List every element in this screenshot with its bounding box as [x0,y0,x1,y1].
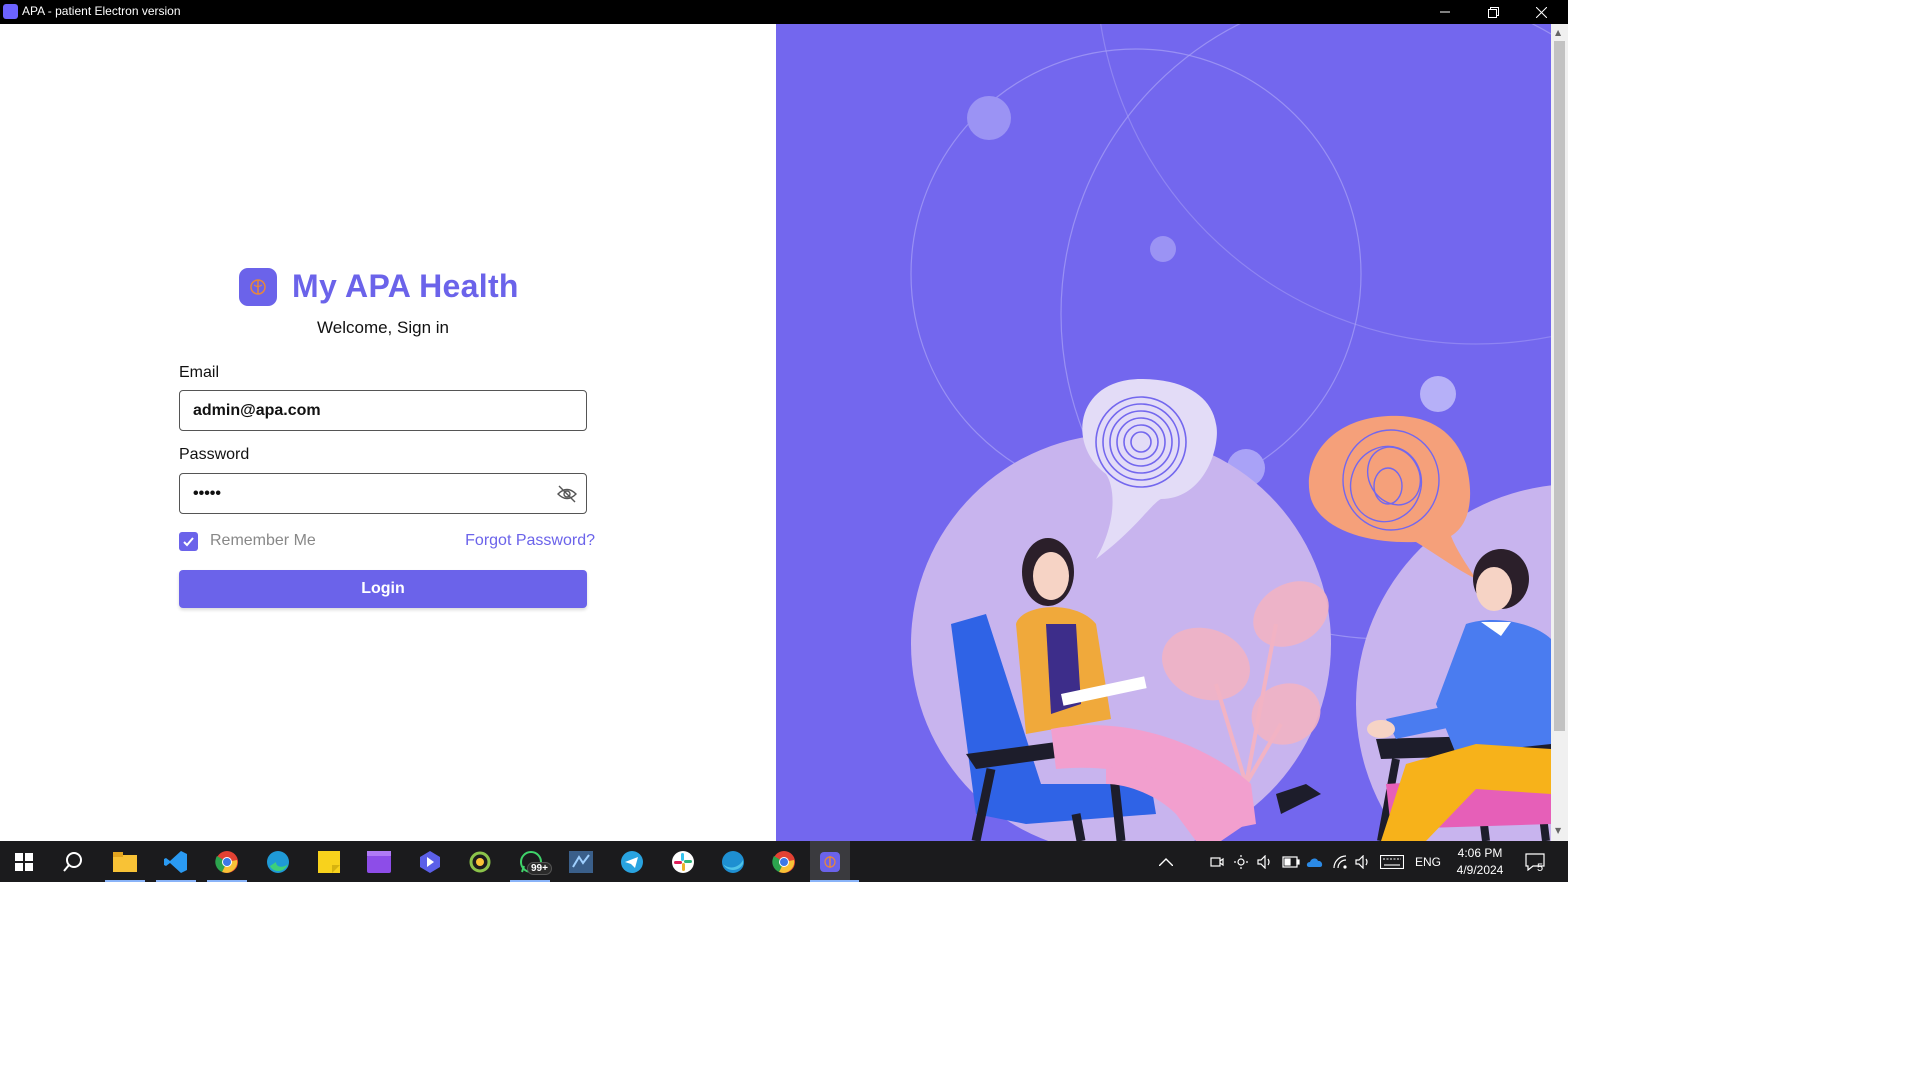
telegram-icon[interactable] [617,847,647,877]
vm-icon[interactable] [566,847,596,877]
file-explorer-icon[interactable] [110,847,140,877]
browser-icon[interactable] [718,847,748,877]
keyboard-icon[interactable] [1380,841,1404,882]
welcome-subtitle: Welcome, Sign in [317,318,449,337]
taskbar: 99+ ENG 4:06 PM 4/9/2024 5 [0,841,1568,882]
email-label: Email [179,364,220,381]
brightness-icon[interactable] [1234,841,1248,882]
search-icon[interactable] [58,847,88,877]
whatsapp-badge: 99+ [527,862,552,875]
password-value: ••••• [193,485,222,502]
chrome-icon[interactable] [212,847,242,877]
restore-button[interactable] [1470,0,1516,24]
slack-icon[interactable] [668,847,698,877]
notifications-count: 5 [1537,862,1544,874]
title-bar: APA - patient Electron version [0,0,1568,24]
window-title: APA - patient Electron version [22,4,181,18]
login-pane: My APA Health Welcome, Sign in Email adm… [0,24,776,841]
edge-icon[interactable] [263,847,293,877]
password-label: Password [179,446,250,463]
therapy-illustration [910,24,1551,841]
minimize-button[interactable] [1422,0,1468,24]
scrollbar-thumb[interactable] [1554,41,1565,731]
login-button[interactable]: Login [179,570,587,608]
checkmark-icon [183,537,194,547]
clock[interactable]: 4:06 PM 4/9/2024 [1452,845,1508,879]
language-indicator[interactable]: ENG [1415,841,1441,882]
scroll-down-arrow-icon[interactable]: ▼ [1555,826,1561,835]
app-logo-icon [3,4,18,19]
video-editor-icon[interactable] [364,847,394,877]
eye-off-icon[interactable] [556,484,578,504]
sticky-notes-icon[interactable] [314,847,344,877]
chevron-up-icon[interactable] [1159,841,1173,882]
wifi-icon[interactable] [1333,841,1347,882]
app-icon[interactable] [415,847,445,877]
chameleon-app-icon[interactable] [465,847,495,877]
remember-label[interactable]: Remember Me [210,532,316,550]
password-field[interactable]: ••••• [179,473,587,514]
apa-app-icon[interactable] [810,841,850,882]
forgot-password-link[interactable]: Forgot Password? [465,532,595,550]
remember-checkbox[interactable] [179,532,198,551]
battery-icon[interactable] [1282,841,1300,882]
email-value: admin@apa.com [193,402,321,419]
scroll-up-arrow-icon[interactable]: ▲ [1555,28,1561,37]
vertical-scrollbar[interactable]: ▲ ▼ [1551,24,1568,841]
chrome-alt-icon[interactable] [769,847,799,877]
speaker-icon[interactable] [1257,841,1273,882]
brand-logo-icon [239,268,277,306]
vscode-icon[interactable] [161,847,191,877]
minimize-icon [1440,11,1450,13]
restore-icon [1487,6,1499,18]
meet-icon[interactable] [1210,841,1224,882]
illustration-pane [776,24,1551,841]
volume-icon[interactable] [1355,841,1371,882]
clock-time: 4:06 PM [1457,846,1503,860]
clock-date: 4/9/2024 [1456,863,1504,877]
close-icon [1535,6,1547,18]
brand-name: My APA Health [292,268,519,304]
close-button[interactable] [1518,0,1564,24]
email-field[interactable]: admin@apa.com [179,390,587,431]
onedrive-icon[interactable] [1306,841,1324,882]
start-icon[interactable] [9,847,39,877]
